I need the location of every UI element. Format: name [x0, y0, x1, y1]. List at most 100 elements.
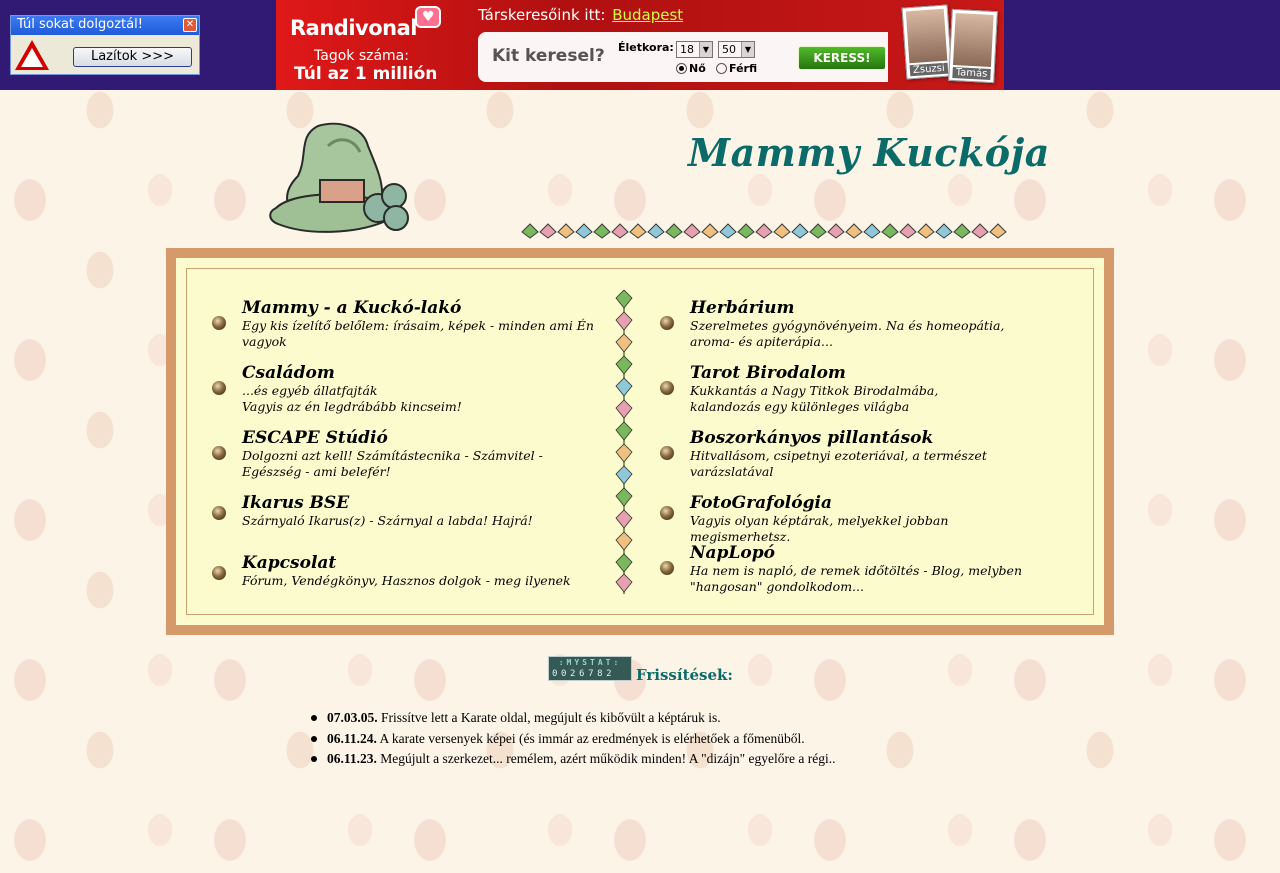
update-text: Megújult a szerkezet... remélem, azért m…: [380, 751, 836, 766]
menu-item-title[interactable]: Mammy - a Kuckó-lakó: [242, 298, 461, 318]
gender-female-label: Nő: [689, 62, 706, 75]
menu-item-naplopo[interactable]: NapLopó Ha nem is napló, de remek időtöl…: [660, 543, 1042, 595]
menu-item-title[interactable]: Családom: [242, 363, 335, 383]
desc-line: kalandozás egy különleges világba: [690, 399, 910, 414]
menu-item-desc: Ha nem is napló, de remek időtöltés - Bl…: [690, 563, 1042, 595]
heart-icon: ♥: [414, 6, 441, 28]
desc-line: Ha nem is napló, de remek időtöltés - Bl…: [690, 563, 1023, 578]
dating-brand-logo: Randivonal ♥: [290, 6, 441, 40]
menu-item-desc: Hitvallásom, csipetnyi ezoteriával, a te…: [690, 448, 1042, 480]
bullet-icon: [660, 561, 674, 575]
desc-line: "hangosan" gondolkodom...: [690, 579, 864, 594]
menu-item-title[interactable]: ESCAPE Stúdió: [242, 428, 388, 448]
gender-female-radio[interactable]: Nő: [676, 62, 706, 75]
city-link[interactable]: Budapest: [612, 6, 683, 24]
age-min-value: 18: [680, 43, 694, 56]
desc-line: ...és egyéb állatfajták: [242, 383, 378, 398]
members-label: Tagok száma:: [314, 48, 409, 64]
menu-item-desc: ...és egyéb állatfajták Vagyis az én legd…: [242, 383, 594, 415]
update-text: Frissítve lett a Karate oldal, megújult …: [381, 710, 721, 725]
site-title: Mammy Kuckója: [688, 130, 1050, 175]
age-label: Életkora:: [618, 41, 674, 54]
desc-line: Dolgozni azt kell! Számítástecnika - Szá…: [242, 448, 543, 479]
radio-checked-icon: [676, 63, 687, 74]
update-date: 06.11.24.: [327, 730, 377, 746]
desc-line: Szárnyaló Ikarus(z) - Szárnyal a labda! …: [242, 513, 533, 528]
profile-name: Tamás: [952, 66, 991, 80]
counter-digits: 0026782: [552, 669, 616, 679]
search-prefix: Társkeresőink itt:: [478, 6, 606, 24]
updates-title: Frissítések:: [636, 666, 733, 684]
kit-label: Kit keresel?: [492, 46, 605, 66]
profile-name: Zsuzsi: [909, 62, 949, 77]
menu-item-tarot[interactable]: Tarot Birodalom Kukkantás a Nagy Titkok …: [660, 363, 1042, 415]
age-max-select[interactable]: 50 ▼: [718, 41, 755, 58]
menu-item-desc: Szárnyaló Ikarus(z) - Szárnyal a labda! …: [242, 513, 594, 529]
profile-photo: [952, 13, 994, 67]
menu-item-escape-studio[interactable]: ESCAPE Stúdió Dolgozni azt kell! Számítá…: [212, 428, 594, 480]
list-item: 06.11.24. A karate versenyek képei (és i…: [308, 729, 988, 750]
menu-item-title[interactable]: Kapcsolat: [242, 553, 336, 573]
chevron-down-icon: ▼: [699, 42, 712, 57]
members-value: Túl az 1 millión: [294, 64, 438, 84]
bullet-icon: [212, 381, 226, 395]
bullet-icon: [212, 566, 226, 580]
menu-item-ikarus-bse[interactable]: Ikarus BSE Szárnyaló Ikarus(z) - Szárnya…: [212, 493, 592, 533]
close-icon[interactable]: ✕: [183, 18, 197, 32]
menu-item-title[interactable]: Tarot Birodalom: [690, 363, 846, 383]
desc-line: Hitvallásom, csipetnyi ezoteriával, a te…: [690, 448, 987, 479]
menu-item-desc: Egy kis ízelítő belőlem: írásaim, képek …: [242, 318, 594, 350]
desc-line: Szerelmetes gyógynövényeim. Na és homeop…: [690, 318, 1005, 349]
updates-list: 07.03.05. Frissítve lett a Karate oldal,…: [308, 708, 988, 770]
main-menu: Mammy - a Kuckó-lakó Egy kis ízelítő bel…: [176, 258, 1104, 625]
menu-item-fotografologia[interactable]: FotoGrafológia Vagyis olyan képtárak, me…: [660, 493, 1040, 544]
desc-line: Vagyis az én legdrábább kincseim!: [242, 399, 462, 414]
vine-divider: [615, 290, 633, 594]
age-min-select[interactable]: 18 ▼: [676, 41, 713, 58]
search-button[interactable]: KERESS!: [798, 46, 886, 70]
relax-button[interactable]: Lazítok >>>: [73, 47, 192, 67]
warning-ad-titlebar: Túl sokat dolgoztál! ✕: [11, 16, 199, 35]
profile-card-zsuzsi[interactable]: Zsuzsi: [901, 4, 953, 80]
top-banner-bar: Túl sokat dolgoztál! ✕ Lazítok >>> Randi…: [0, 0, 1280, 90]
list-item: 07.03.05. Frissítve lett a Karate oldal,…: [308, 708, 988, 729]
bullet-icon: [660, 381, 674, 395]
menu-item-desc: Szerelmetes gyógynövényeim. Na és homeop…: [690, 318, 1042, 350]
menu-item-mammy[interactable]: Mammy - a Kuckó-lakó Egy kis ízelítő bel…: [212, 298, 594, 350]
menu-item-title[interactable]: NapLopó: [690, 543, 775, 563]
bullet-icon: [212, 446, 226, 460]
menu-item-kapcsolat[interactable]: Kapcsolat Fórum, Vendégkönyv, Hasznos do…: [212, 553, 592, 593]
age-max-value: 50: [722, 43, 736, 56]
bullet-icon: [660, 506, 674, 520]
visitor-counter[interactable]: :MYSTAT: 0026782: [548, 656, 632, 681]
bullet-icon: [212, 506, 226, 520]
counter-label: :MYSTAT:: [558, 658, 622, 667]
update-text: A karate versenyek képei (és immár az er…: [379, 730, 805, 746]
update-date: 07.03.05.: [327, 710, 378, 725]
menu-item-desc: Kukkantás a Nagy Titkok Birodalmába, kala…: [690, 383, 1042, 415]
road-work-sign-icon: [15, 40, 49, 70]
menu-item-desc: Dolgozni azt kell! Számítástecnika - Szá…: [242, 448, 594, 480]
bullet-icon: [212, 316, 226, 330]
desc-line: Kukkantás a Nagy Titkok Birodalmába,: [690, 383, 939, 398]
menu-item-title[interactable]: Ikarus BSE: [242, 493, 349, 513]
menu-item-title[interactable]: FotoGrafológia: [690, 493, 832, 513]
search-heading: Társkeresőink itt: Budapest: [478, 6, 683, 24]
warning-ad[interactable]: Túl sokat dolgoztál! ✕ Lazítok >>>: [10, 15, 200, 75]
profile-card-tamas[interactable]: Tamás: [948, 8, 998, 84]
desc-line: Vagyis olyan képtárak, melyekkel jobban …: [690, 513, 949, 544]
gender-male-label: Férfi: [729, 62, 758, 75]
menu-item-desc: Fórum, Vendégkönyv, Hasznos dolgok - meg…: [242, 573, 594, 589]
desc-line: Egy kis ízelítő belőlem: írásaim, képek …: [242, 318, 594, 349]
menu-item-herbarium[interactable]: Herbárium Szerelmetes gyógynövényeim. Na…: [660, 298, 1042, 350]
desc-line: Fórum, Vendégkönyv, Hasznos dolgok - meg…: [242, 573, 571, 588]
bullet-icon: [660, 316, 674, 330]
menu-item-title[interactable]: Boszorkányos pillantások: [690, 428, 933, 448]
menu-item-csaladom[interactable]: Családom ...és egyéb állatfajták Vagyis a…: [212, 363, 594, 415]
menu-item-boszorkanyos[interactable]: Boszorkányos pillantások Hitvallásom, cs…: [660, 428, 1042, 480]
dating-ad[interactable]: Randivonal ♥ Tagok száma: Túl az 1 millió…: [276, 0, 1004, 90]
bullet-icon: [660, 446, 674, 460]
gender-male-radio[interactable]: Férfi: [716, 62, 757, 75]
leaf-divider: [521, 223, 1007, 239]
menu-item-title[interactable]: Herbárium: [690, 298, 795, 318]
